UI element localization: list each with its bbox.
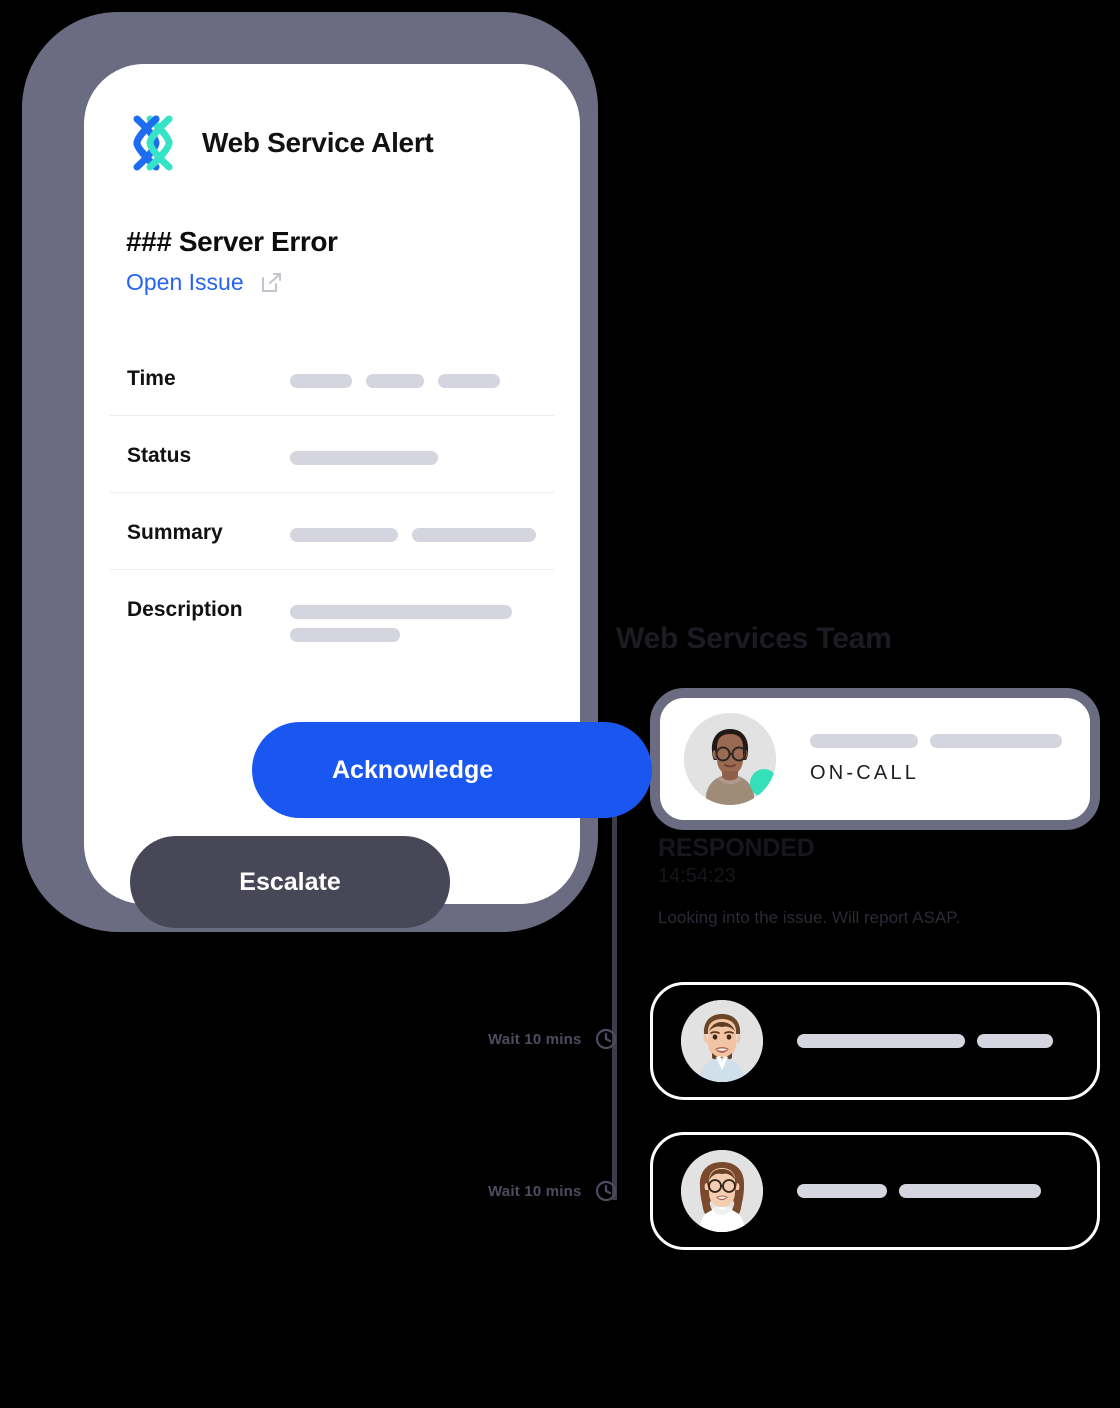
wait-label-text: Wait 10 mins — [488, 1182, 582, 1200]
avatar-oncall-responder — [684, 713, 776, 805]
avatar-escalation-1 — [681, 1000, 763, 1082]
responded-message: Looking into the issue. Will report ASAP… — [658, 908, 961, 927]
detail-row-time: Time — [110, 339, 554, 415]
wait-step-1: Wait 10 mins — [488, 1027, 618, 1051]
detail-row-summary: Summary — [110, 492, 554, 569]
clock-icon — [594, 1179, 618, 1203]
responder-name-placeholder — [797, 1034, 1097, 1048]
team-heading: Web Services Team — [616, 622, 892, 655]
app-title: Web Service Alert — [202, 127, 434, 158]
alert-detail-list: Time Status Summary Description — [110, 339, 554, 666]
wait-label-text: Wait 10 mins — [488, 1030, 582, 1048]
detail-label: Description — [127, 598, 243, 621]
app-header: Web Service Alert — [126, 112, 434, 174]
detail-value-placeholder — [290, 365, 554, 388]
illustration-canvas: Web Services Team Web Service Alert ### … — [0, 0, 1120, 1408]
escalation-responder-card-2[interactable] — [650, 1132, 1100, 1250]
detail-value-placeholder — [290, 442, 554, 465]
open-issue-link[interactable]: Open Issue — [126, 269, 244, 296]
detail-value-placeholder — [290, 519, 554, 542]
escalation-timeline-line — [612, 768, 617, 1200]
responded-note: RESPONDED 14:54:23 Looking into the issu… — [658, 834, 960, 928]
alert-summary-block: ### Server Error Open Issue — [126, 226, 338, 296]
detail-row-description: Description — [110, 569, 554, 666]
detail-value-placeholder — [290, 596, 554, 642]
online-status-dot-icon — [750, 769, 776, 797]
responded-title: RESPONDED — [658, 834, 815, 862]
escalation-responder-card-1[interactable] — [650, 982, 1100, 1100]
responder-name-placeholder — [797, 1184, 1097, 1198]
xmatters-x-logo-icon — [126, 112, 180, 174]
detail-row-status: Status — [110, 415, 554, 492]
detail-label: Time — [127, 367, 176, 390]
avatar-escalation-2 — [681, 1150, 763, 1232]
clock-icon — [594, 1027, 618, 1051]
acknowledge-button[interactable]: Acknowledge — [252, 722, 652, 818]
external-link-icon[interactable] — [261, 272, 282, 293]
alert-title: ### Server Error — [126, 226, 338, 257]
oncall-status-label: ON-CALL — [810, 761, 920, 784]
oncall-responder-card[interactable]: ON-CALL — [650, 688, 1100, 830]
detail-label: Summary — [127, 521, 223, 544]
escalate-button[interactable]: Escalate — [130, 836, 450, 928]
responder-name-placeholder — [810, 733, 1090, 748]
responded-timestamp: 14:54:23 — [658, 865, 736, 887]
wait-step-2: Wait 10 mins — [488, 1179, 618, 1203]
detail-label: Status — [127, 444, 192, 467]
